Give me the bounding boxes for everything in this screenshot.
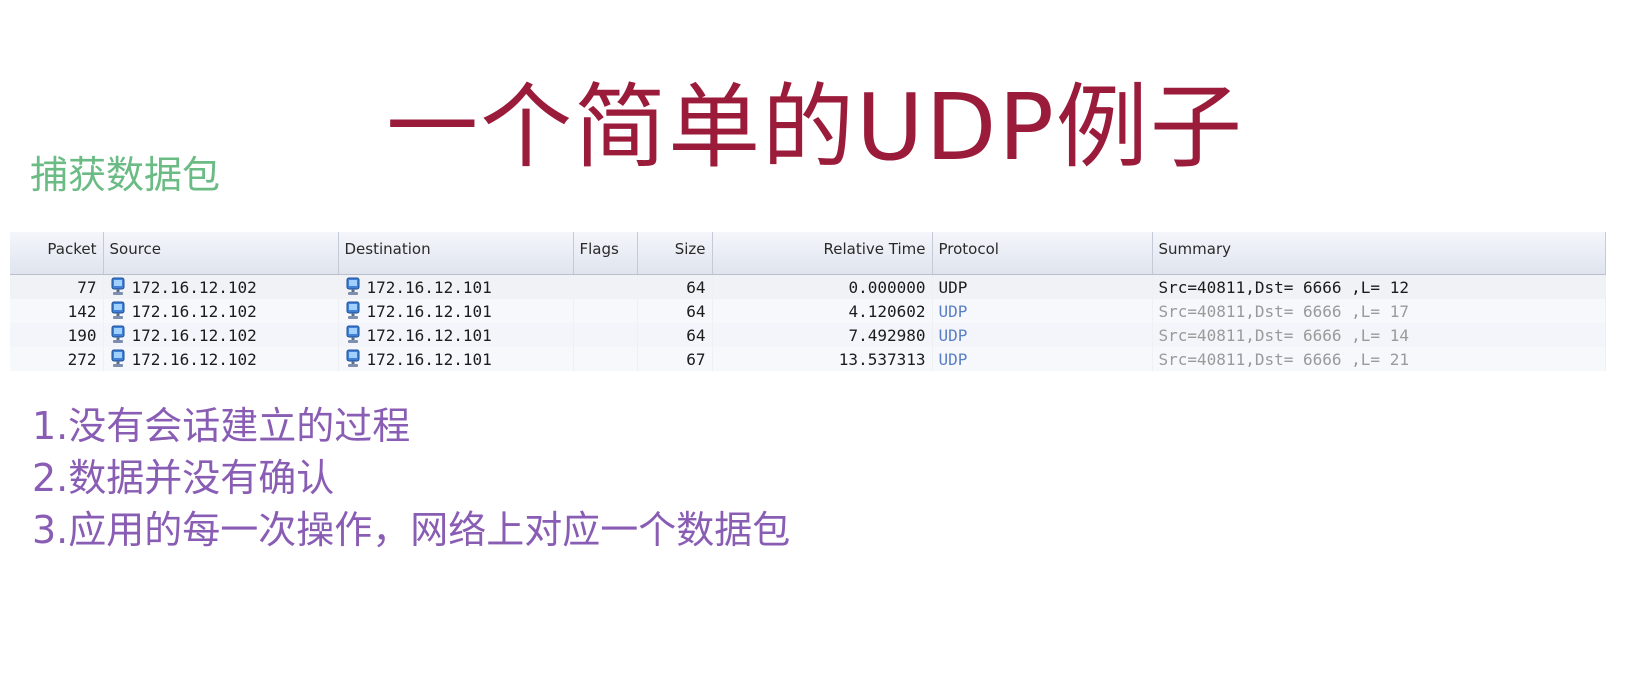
column-header-flags[interactable]: Flags (573, 232, 638, 275)
size-cell: 67 (637, 347, 713, 371)
source-address: 172.16.12.102 (131, 326, 257, 345)
destination-address: 172.16.12.101 (366, 350, 492, 369)
summary-cell: Src=40811,Dst= 6666 ,L= 12 (1152, 274, 1606, 299)
source-cell: 172.16.12.102 (103, 274, 339, 299)
destination-cell: 172.16.12.101 (338, 323, 574, 347)
network-host-icon (345, 349, 361, 369)
destination-address: 172.16.12.101 (366, 326, 492, 345)
protocol-cell: UDP (932, 274, 1153, 299)
relative-time-cell: 7.492980 (712, 323, 933, 347)
column-header-destination[interactable]: Destination (338, 232, 574, 275)
relative-time-cell: 4.120602 (712, 299, 933, 323)
size-cell: 64 (637, 299, 713, 323)
network-host-icon (345, 325, 361, 345)
source-cell: 172.16.12.102 (103, 323, 339, 347)
source-cell: 172.16.12.102 (103, 347, 339, 371)
summary-cell: Src=40811,Dst= 6666 ,L= 21 (1152, 347, 1606, 371)
protocol-cell: UDP (932, 323, 1153, 347)
column-header-protocol[interactable]: Protocol (932, 232, 1153, 275)
destination-address: 172.16.12.101 (366, 302, 492, 321)
flags-cell (573, 347, 638, 371)
network-host-icon (110, 325, 126, 345)
source-address: 172.16.12.102 (131, 302, 257, 321)
column-header-relative-time[interactable]: Relative Time (712, 232, 933, 275)
table-row[interactable]: 142 172.16.12.102 172.16.12.101 64 4.120… (10, 299, 1606, 323)
relative-time-cell: 0.000000 (712, 274, 933, 299)
network-host-icon (110, 349, 126, 369)
size-cell: 64 (637, 323, 713, 347)
list-item: 3.应用的每一次操作，网络上对应一个数据包 (32, 508, 791, 552)
packet-number-cell: 142 (10, 299, 104, 323)
list-item: 1.没有会话建立的过程 (32, 404, 411, 448)
table-row[interactable]: 190 172.16.12.102 172.16.12.101 64 7.492… (10, 323, 1606, 347)
source-address: 172.16.12.102 (131, 350, 257, 369)
capture-subheading: 捕获数据包 (30, 153, 221, 197)
destination-address: 172.16.12.101 (366, 278, 492, 297)
source-cell: 172.16.12.102 (103, 299, 339, 323)
destination-cell: 172.16.12.101 (338, 274, 574, 299)
column-header-packet[interactable]: Packet (10, 232, 104, 275)
slide-title: 一个简单的UDP例子 (386, 73, 1244, 181)
observation-list: 1.没有会话建立的过程 2.数据并没有确认 3.应用的每一次操作，网络上对应一个… (32, 400, 790, 556)
packet-number-cell: 77 (10, 274, 104, 299)
column-header-summary[interactable]: Summary (1152, 232, 1606, 275)
flags-cell (573, 299, 638, 323)
summary-cell: Src=40811,Dst= 6666 ,L= 17 (1152, 299, 1606, 323)
source-address: 172.16.12.102 (131, 278, 257, 297)
packet-list-table: Packet Source Destination Flags Size Rel… (10, 232, 1606, 371)
protocol-cell: UDP (932, 347, 1153, 371)
table-row[interactable]: 77 172.16.12.102 172.16.12.101 64 0.0000… (10, 274, 1606, 299)
protocol-cell: UDP (932, 299, 1153, 323)
network-host-icon (110, 301, 126, 321)
flags-cell (573, 274, 638, 299)
summary-cell: Src=40811,Dst= 6666 ,L= 14 (1152, 323, 1606, 347)
network-host-icon (345, 277, 361, 297)
column-header-source[interactable]: Source (103, 232, 339, 275)
destination-cell: 172.16.12.101 (338, 347, 574, 371)
packet-number-cell: 272 (10, 347, 104, 371)
list-item: 2.数据并没有确认 (32, 456, 335, 500)
table-row[interactable]: 272 172.16.12.102 172.16.12.101 67 13.53… (10, 347, 1606, 371)
size-cell: 64 (637, 274, 713, 299)
flags-cell (573, 323, 638, 347)
table-header-row: Packet Source Destination Flags Size Rel… (10, 232, 1606, 275)
column-header-size[interactable]: Size (637, 232, 713, 275)
network-host-icon (345, 301, 361, 321)
relative-time-cell: 13.537313 (712, 347, 933, 371)
packet-number-cell: 190 (10, 323, 104, 347)
destination-cell: 172.16.12.101 (338, 299, 574, 323)
network-host-icon (110, 277, 126, 297)
